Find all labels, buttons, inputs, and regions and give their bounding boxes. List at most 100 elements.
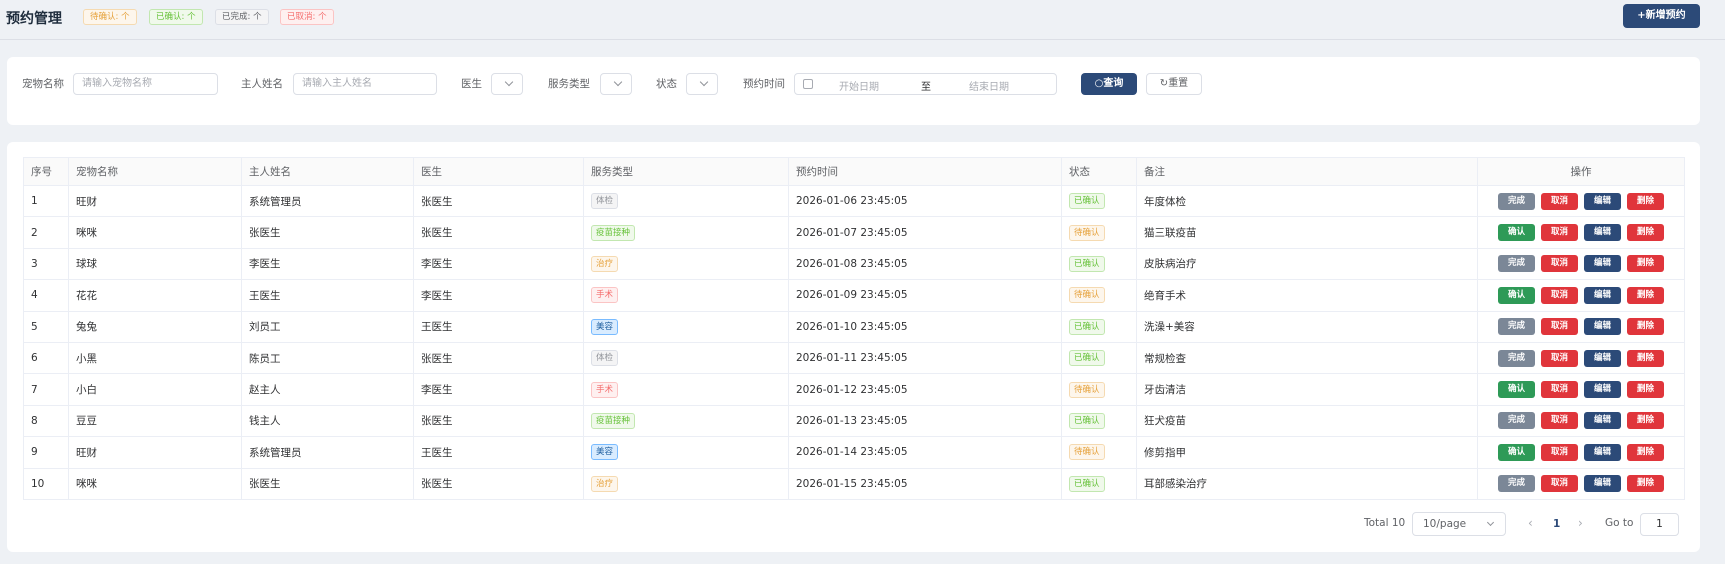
- cell-doctor: 张医生: [413, 216, 584, 249]
- cancel-button[interactable]: 取消: [1541, 318, 1578, 336]
- prev-page-icon[interactable]: ‹: [1528, 516, 1533, 530]
- confirm-button[interactable]: 确认: [1498, 286, 1535, 304]
- delete-button[interactable]: 删除: [1627, 349, 1664, 367]
- delete-button[interactable]: 删除: [1627, 381, 1664, 399]
- cell-time: 2026-01-13 23:45:05: [788, 404, 1062, 438]
- start-date-input[interactable]: 开始日期: [839, 78, 879, 93]
- cell-owner-name: 张医生: [241, 216, 414, 249]
- service-type-tag: 治疗: [591, 475, 619, 492]
- cancel-button[interactable]: 取消: [1541, 349, 1578, 367]
- cancel-button[interactable]: 取消: [1541, 475, 1578, 493]
- cell-status: 待确认: [1061, 373, 1137, 406]
- cell-pet-name: 旺财: [68, 184, 242, 218]
- cell-actions: 完成 取消 编辑 删除: [1477, 341, 1685, 375]
- cell-doctor: 李医生: [413, 247, 584, 281]
- edit-button[interactable]: 编辑: [1584, 443, 1621, 461]
- cancel-button[interactable]: 取消: [1541, 412, 1578, 430]
- end-date-input[interactable]: 结束日期: [969, 78, 1009, 93]
- col-header-owner: 主人姓名: [241, 157, 414, 186]
- add-appointment-button[interactable]: +新增预约: [1623, 4, 1700, 28]
- appointment-time-label: 预约时间: [743, 78, 785, 90]
- service-type-tag: 治疗: [591, 255, 619, 272]
- cell-status: 待确认: [1061, 436, 1137, 469]
- complete-button[interactable]: 完成: [1498, 412, 1535, 430]
- confirm-button[interactable]: 确认: [1498, 224, 1535, 242]
- cell-pet-name: 豆豆: [68, 404, 242, 438]
- owner-name-input[interactable]: 请输入主人姓名: [293, 73, 437, 95]
- cancel-button[interactable]: 取消: [1541, 192, 1578, 210]
- cell-time: 2026-01-06 23:45:05: [788, 184, 1062, 218]
- chevron-down-icon: [504, 77, 514, 87]
- cell-owner-name: 系统管理员: [241, 436, 414, 469]
- table-row: 5 兔兔 刘员工 王医生 美容 2026-01-10 23:45:05 已确认 洗澡+美容 完成…: [23, 310, 1685, 343]
- confirm-button[interactable]: 确认: [1498, 381, 1535, 399]
- edit-button[interactable]: 编辑: [1584, 318, 1621, 336]
- delete-button[interactable]: 删除: [1627, 224, 1664, 242]
- edit-button[interactable]: 编辑: [1584, 255, 1621, 273]
- appointment-table: 序号 宠物名称 主人姓名 医生 服务类型 预约时间 状态 备注 操作 1 旺财 系统…: [23, 157, 1685, 500]
- table-header-row: 序号 宠物名称 主人姓名 医生 服务类型 预约时间 状态 备注 操作: [23, 157, 1685, 186]
- delete-button[interactable]: 删除: [1627, 255, 1664, 273]
- edit-button[interactable]: 编辑: [1584, 412, 1621, 430]
- cell-pet-name: 球球: [68, 247, 242, 281]
- search-button[interactable]: ○查询: [1081, 73, 1137, 95]
- page-title: 预约管理: [6, 11, 62, 27]
- cell-time: 2026-01-07 23:45:05: [788, 216, 1062, 249]
- cancel-button[interactable]: 取消: [1541, 443, 1578, 461]
- edit-button[interactable]: 编辑: [1584, 475, 1621, 493]
- cancel-button[interactable]: 取消: [1541, 381, 1578, 399]
- delete-button[interactable]: 删除: [1627, 192, 1664, 210]
- status-select[interactable]: [686, 73, 718, 95]
- table-row: 1 旺财 系统管理员 张医生 体检 2026-01-06 23:45:05 已确认 年度体检完…: [23, 184, 1685, 218]
- edit-button[interactable]: 编辑: [1584, 286, 1621, 304]
- cancel-button[interactable]: 取消: [1541, 224, 1578, 242]
- delete-button[interactable]: 删除: [1627, 443, 1664, 461]
- service-type-select[interactable]: [600, 73, 632, 95]
- delete-button[interactable]: 删除: [1627, 286, 1664, 304]
- delete-button[interactable]: 删除: [1627, 318, 1664, 336]
- complete-button[interactable]: 完成: [1498, 318, 1535, 336]
- table-row: 4 花花 王医生 李医生 手术 2026-01-09 23:45:05 待确认 绝育手术 确认取…: [23, 279, 1685, 312]
- cell-doctor: 张医生: [413, 184, 584, 218]
- doctor-select[interactable]: [491, 73, 523, 95]
- delete-button[interactable]: 删除: [1627, 412, 1664, 430]
- page-size-select[interactable]: 10/page: [1412, 512, 1506, 536]
- table-row: 10 咪咪 张医生 张医生 治疗 2026-01-15 23:45:05 已确认 耳部感染治疗…: [23, 467, 1685, 500]
- edit-button[interactable]: 编辑: [1584, 224, 1621, 242]
- cancel-button[interactable]: 取消: [1541, 255, 1578, 273]
- cell-pet-name: 小白: [68, 373, 242, 406]
- pet-name-input[interactable]: 请输入宠物名称: [73, 73, 218, 95]
- cell-no: 1: [23, 184, 69, 218]
- cell-service: 治疗: [583, 247, 789, 281]
- page-number-current[interactable]: 1: [1553, 518, 1560, 530]
- date-range-picker[interactable]: 开始日期 至 结束日期: [794, 73, 1057, 95]
- edit-button[interactable]: 编辑: [1584, 349, 1621, 367]
- reset-button[interactable]: ↻重置: [1146, 73, 1202, 95]
- status-tag: 待确认: [1069, 224, 1105, 241]
- cell-status: 已确认: [1061, 310, 1137, 343]
- next-page-icon[interactable]: ›: [1578, 516, 1583, 530]
- cell-doctor: 王医生: [413, 436, 584, 469]
- table-row: 7 小白 赵主人 李医生 手术 2026-01-12 23:45:05 待确认 牙齿清洁 确认取…: [23, 373, 1685, 406]
- status-tag: 已确认: [1069, 350, 1105, 367]
- cell-pet-name: 旺财: [68, 436, 242, 469]
- cancel-button[interactable]: 取消: [1541, 286, 1578, 304]
- complete-button[interactable]: 完成: [1498, 255, 1535, 273]
- complete-button[interactable]: 完成: [1498, 192, 1535, 210]
- cell-actions: 完成 取消 编辑 删除: [1477, 184, 1685, 218]
- edit-button[interactable]: 编辑: [1584, 192, 1621, 210]
- complete-button[interactable]: 完成: [1498, 475, 1535, 493]
- edit-button[interactable]: 编辑: [1584, 381, 1621, 399]
- cell-pet-name: 兔兔: [68, 310, 242, 343]
- stat-pending-badge: 待确认: 个: [83, 9, 137, 25]
- cell-pet-name: 咪咪: [68, 216, 242, 249]
- goto-page-input[interactable]: 1: [1640, 513, 1679, 536]
- complete-button[interactable]: 完成: [1498, 349, 1535, 367]
- goto-label: Go to: [1605, 517, 1634, 529]
- stat-completed-badge: 已完成: 个: [215, 9, 269, 25]
- cell-doctor: 张医生: [413, 467, 584, 500]
- confirm-button[interactable]: 确认: [1498, 443, 1535, 461]
- cell-no: 8: [23, 404, 69, 438]
- col-header-no: 序号: [23, 157, 69, 186]
- delete-button[interactable]: 删除: [1627, 475, 1664, 493]
